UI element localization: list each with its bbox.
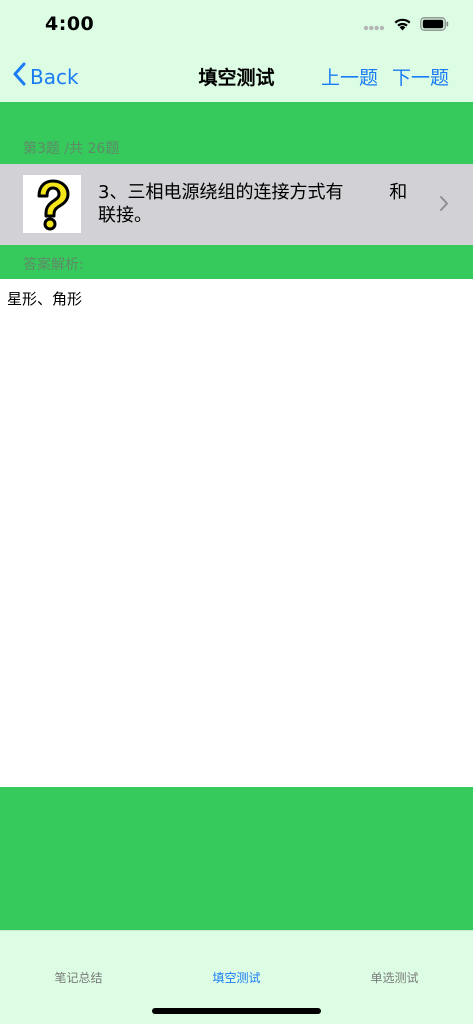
- top-bar: 4:00 Back 填空测试 上一题 下一题: [0, 0, 473, 102]
- previous-question-button[interactable]: 上一题: [321, 63, 378, 90]
- tab-single-choice-test[interactable]: 单选测试: [316, 969, 473, 986]
- screen: 4:00 Back 填空测试 上一题 下一题 第3题 /共 26题 3、三相电源…: [0, 0, 473, 1024]
- status-icons: [363, 15, 449, 35]
- question-thumbnail: [23, 175, 81, 233]
- tab-notes-summary[interactable]: 笔记总结: [0, 969, 157, 986]
- status-time: 4:00: [45, 13, 95, 35]
- back-button[interactable]: Back: [12, 62, 79, 91]
- question-mark-icon: [23, 179, 81, 237]
- analysis-label: 答案解析:: [23, 257, 84, 273]
- back-label: Back: [30, 64, 79, 89]
- wifi-icon: [393, 16, 412, 35]
- answer-text: 星形、角形: [7, 290, 83, 308]
- signal-dots-icon: [363, 16, 385, 35]
- navigation-bar: Back 填空测试 上一题 下一题: [0, 50, 473, 102]
- question-row[interactable]: 3、三相电源绕组的连接方式有 和 联接。: [0, 164, 473, 245]
- home-indicator: [152, 1008, 321, 1014]
- footer-band: [0, 787, 473, 930]
- status-bar: 4:00: [0, 0, 473, 50]
- chevron-left-icon: [12, 62, 26, 91]
- question-text: 3、三相电源绕组的连接方式有 和 联接。: [98, 182, 408, 226]
- tab-fill-blank-test[interactable]: 填空测试: [158, 969, 315, 986]
- analysis-band: 答案解析:: [0, 245, 473, 279]
- answer-area: 星形、角形: [0, 279, 473, 787]
- next-question-button[interactable]: 下一题: [392, 63, 449, 90]
- battery-icon: [420, 16, 449, 35]
- header-band: 第3题 /共 26题: [0, 102, 473, 164]
- chevron-right-icon: [439, 195, 449, 216]
- nav-actions: 上一题 下一题: [321, 63, 449, 90]
- question-counter: 第3题 /共 26题: [23, 141, 120, 157]
